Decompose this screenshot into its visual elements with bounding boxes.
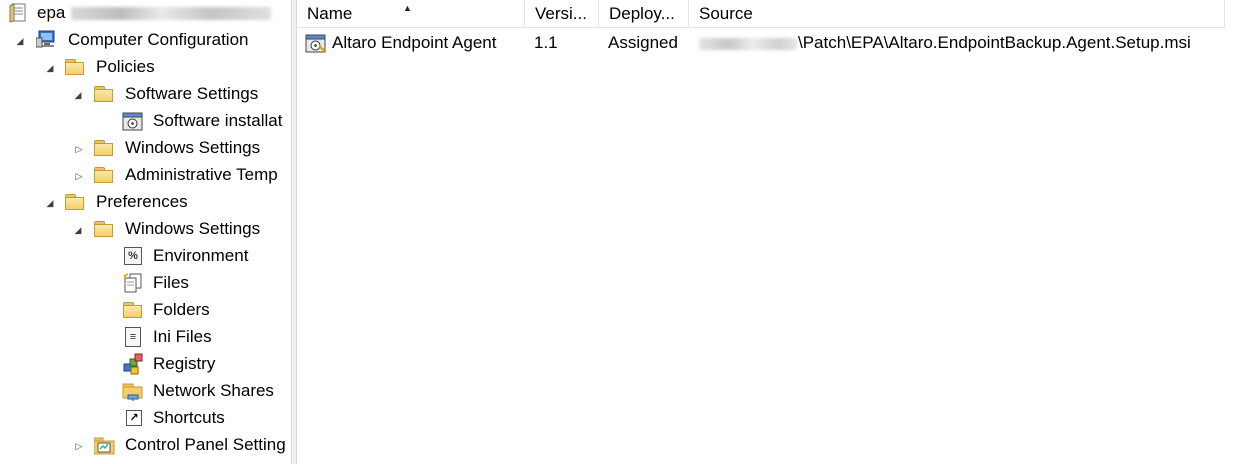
tree-item-label: Folders (153, 300, 210, 319)
registry-icon (122, 353, 143, 375)
folder-icon (94, 83, 114, 103)
tree-item-software-installation[interactable]: Software installat (0, 108, 291, 134)
files-icon (122, 272, 142, 293)
tree-item-label: Files (153, 273, 189, 292)
tree-item-environment[interactable]: % Environment (0, 243, 291, 269)
cell-source-path: \Patch\EPA\Altaro.EndpointBackup.Agent.S… (798, 33, 1191, 52)
column-header-source[interactable]: Source (689, 0, 1225, 28)
cell-version: 1.1 (534, 33, 558, 52)
folder-icon (94, 164, 114, 184)
tree-item-label: Software Settings (125, 84, 259, 103)
folder-icon (94, 137, 114, 157)
details-list[interactable]: Name ▲ Versi... Deploy... Source Altaro … (297, 0, 1258, 464)
folder-icon (65, 191, 85, 211)
column-header-label: Name (307, 4, 353, 23)
cell-source: \Patch\EPA\Altaro.EndpointBackup.Agent.S… (699, 30, 1191, 56)
folder-icon (65, 56, 85, 76)
software-installation-icon (122, 110, 143, 131)
tree-item-label: Preferences (96, 192, 188, 211)
expand-icon[interactable]: ▷ (73, 143, 85, 155)
tree-item-label: Administrative Temp (125, 165, 278, 184)
column-header-label: Source (699, 4, 753, 23)
network-shares-icon (122, 380, 143, 401)
collapse-icon[interactable]: ◢ (44, 197, 56, 209)
tree-item-files[interactable]: Files (0, 270, 291, 296)
tree-item-label: Environment (153, 246, 249, 265)
collapse-icon[interactable]: ◢ (14, 35, 26, 47)
tree-item-ini-files[interactable]: ≡ Ini Files (0, 324, 291, 350)
collapse-icon[interactable]: ◢ (72, 224, 84, 236)
tree-item-label: Computer Configuration (68, 30, 249, 49)
tree-item-windows-settings[interactable]: ▷ Windows Settings (0, 135, 291, 161)
tree-item-network-shares[interactable]: Network Shares (0, 378, 291, 404)
folder-icon (94, 218, 114, 238)
tree-item-label: Registry (153, 354, 216, 373)
expand-icon[interactable]: ▷ (73, 170, 85, 182)
collapse-icon[interactable]: ◢ (72, 89, 84, 101)
computer-config-icon (35, 29, 56, 49)
ini-files-icon: ≡ (125, 327, 141, 347)
folders-icon (123, 299, 143, 319)
column-header-label: Deploy... (609, 4, 675, 23)
tree-item-label: Ini Files (153, 327, 212, 346)
tree-item-label: Software installat (153, 108, 283, 134)
control-panel-icon (93, 434, 115, 455)
cell-name: Altaro Endpoint Agent (332, 33, 497, 52)
gpo-document-icon (9, 3, 29, 23)
tree-item-label: Windows Settings (125, 138, 261, 157)
msi-package-icon (305, 32, 327, 53)
collapse-icon[interactable]: ◢ (44, 62, 56, 74)
tree-item-software-settings[interactable]: ◢ Software Settings (0, 81, 291, 107)
tree-item-pref-windows-settings[interactable]: ◢ Windows Settings (0, 216, 291, 242)
environment-icon: % (124, 247, 142, 265)
tree-item-administrative-templates[interactable]: ▷ Administrative Temp (0, 162, 291, 188)
tree-item-control-panel-settings[interactable]: ▷ Control Panel Setting (0, 432, 291, 458)
redacted-domain (71, 7, 271, 20)
redacted-server (699, 37, 797, 50)
tree-item-label: Control Panel Setting (125, 435, 286, 454)
expand-icon[interactable]: ▷ (73, 440, 85, 452)
tree-item-label: Policies (96, 57, 155, 76)
sort-ascending-icon: ▲ (403, 3, 412, 13)
tree-item-label: Windows Settings (125, 219, 261, 238)
tree-item-label: Shortcuts (153, 408, 225, 427)
cell-deployment: Assigned (608, 33, 678, 52)
shortcuts-icon: ↗ (126, 410, 142, 426)
tree-item-label: Network Shares (153, 381, 274, 400)
tree-root[interactable]: epa (0, 0, 291, 26)
tree-item-shortcuts[interactable]: ↗ Shortcuts (0, 405, 291, 431)
column-header-label: Versi... (535, 4, 587, 23)
column-header-version[interactable]: Versi... (525, 0, 599, 28)
tree-item-policies[interactable]: ◢ Policies (0, 54, 291, 80)
tree-item-preferences[interactable]: ◢ Preferences (0, 189, 291, 215)
column-header-deployment[interactable]: Deploy... (599, 0, 689, 28)
tree-item-registry[interactable]: Registry (0, 351, 291, 377)
tree-root-label: epa (37, 3, 66, 22)
tree-item-computer-configuration[interactable]: ◢ Computer Configuration (0, 27, 291, 53)
console-tree[interactable]: epa ◢ Computer Configuration ◢ Policies … (0, 0, 291, 464)
tree-item-folders[interactable]: Folders (0, 297, 291, 323)
